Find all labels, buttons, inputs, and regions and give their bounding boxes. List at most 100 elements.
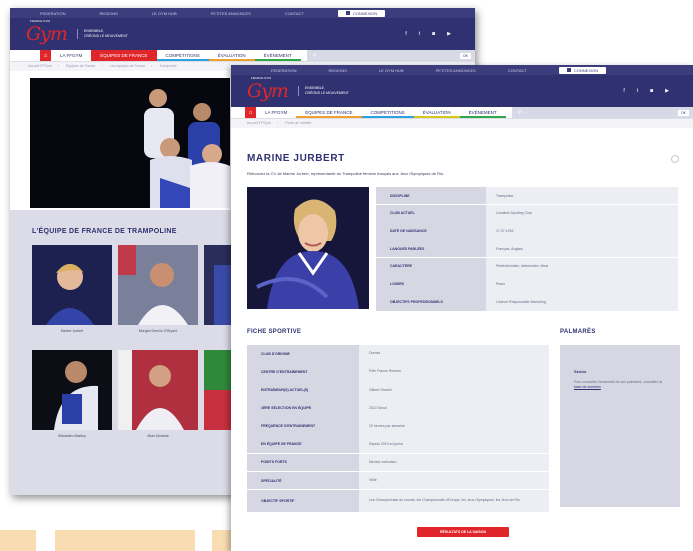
top-link[interactable]: FEDERATION: [271, 68, 296, 73]
breadcrumb-item[interactable]: Équipes de France: [66, 64, 95, 68]
athlete-name: Marine Jurbert: [60, 329, 84, 333]
tagline: ENSEMBLE, CRÉONS LE MOUVEMENT: [297, 86, 349, 96]
background-strip: [0, 530, 36, 551]
athlete-card[interactable]: Marine Jurbert: [32, 245, 112, 333]
top-link[interactable]: LE GYM HUB: [152, 11, 177, 16]
info-key: DISCIPLINE: [376, 187, 486, 205]
fiche-key: 1ÈRE SÉLECTION EN ÉQUIPE: [247, 399, 359, 418]
home-icon[interactable]: ⌂: [40, 50, 51, 61]
info-key: LANGUES PARLÉES: [376, 240, 486, 258]
fiche-row: EN ÉQUIPE DE FRANCE Depuis 2010 en junior: [247, 435, 549, 454]
home-icon[interactable]: ⌂: [245, 107, 256, 118]
breadcrumb-item[interactable]: Accueil FFGym: [247, 121, 271, 125]
youtube-icon[interactable]: ▶: [665, 88, 669, 94]
search-ok-button[interactable]: OK: [677, 109, 689, 116]
site-logo[interactable]: FRANCE GYM Gym: [26, 19, 68, 45]
top-link[interactable]: LE GYM HUB: [379, 68, 404, 73]
nav-item-evenement[interactable]: ÉVÉNEMENT: [254, 50, 301, 61]
info-value: 17.07.1994: [486, 222, 678, 240]
athlete-name: Sébastien Martiny: [57, 434, 86, 438]
nav-item-competitions[interactable]: COMPÉTITIONS: [361, 107, 414, 118]
nav-item-evaluation[interactable]: ÉVALUATION: [413, 107, 460, 118]
login-label: CONNEXION: [573, 67, 599, 73]
top-link[interactable]: PETITES ANNONCES: [436, 68, 476, 73]
twitter-icon[interactable]: t: [419, 31, 420, 37]
fiche-key: CLUB D'ORIGINE: [247, 345, 359, 363]
top-link[interactable]: REGIONS: [328, 68, 346, 73]
athlete-name: Allan Morante: [147, 434, 169, 438]
front-page-screenshot: FEDERATION REGIONS LE GYM HUB PETITES AN…: [231, 65, 693, 551]
nav-item-competitions[interactable]: COMPÉTITIONS: [156, 50, 209, 61]
breadcrumb-item[interactable]: Accueil FFGym: [28, 64, 52, 68]
breadcrumb-item: Trampoline: [159, 64, 177, 68]
facebook-icon[interactable]: f: [623, 88, 624, 94]
user-icon: [566, 68, 571, 72]
palmares-heading: Sénior: [574, 369, 587, 374]
season-results-button[interactable]: RÉSULTATS DE LA SAISON: [417, 527, 509, 537]
athlete-intro: Retrouvez la CV de Marine Jurbert, repré…: [247, 171, 445, 176]
site-logo[interactable]: FRANCE GYM Gym: [247, 76, 289, 102]
nav-item-equipes[interactable]: ÉQUIPES DE FRANCE: [296, 107, 362, 118]
search-ok-button[interactable]: OK: [459, 52, 471, 59]
athlete-photo: [32, 350, 112, 430]
athlete-photo: [118, 350, 198, 430]
section-title: L'ÉQUIPE DE FRANCE DE TRAMPOLINE: [32, 228, 177, 235]
tagline-line: CRÉONS LE MOUVEMENT: [83, 34, 128, 38]
twitter-icon[interactable]: t: [637, 88, 638, 94]
login-button[interactable]: CONNEXION: [337, 9, 386, 17]
login-label: CONNEXION: [352, 10, 378, 16]
search-input[interactable]: ⚲ OK: [306, 50, 475, 61]
athlete-card[interactable]: Sébastien Martiny: [32, 350, 112, 438]
breadcrumb-item: Fiche de l'athlète: [285, 121, 312, 125]
main-nav: ⌂ LA FFGYM ÉQUIPES DE FRANCE COMPÉTITION…: [231, 107, 693, 119]
search-input[interactable]: ⚲ OK: [511, 107, 693, 118]
palmares-body: Pour connaître l'ensemble de son palmarè…: [574, 380, 662, 384]
info-row: OBJECTIFS PROFESSIONNELS Licence Responsa…: [376, 293, 678, 311]
fiche-value: Pôle France Rennes: [359, 363, 549, 381]
info-key: CLUB ACTUEL: [376, 204, 486, 223]
login-button[interactable]: CONNEXION: [558, 66, 607, 74]
info-value: Français, Anglais: [486, 240, 678, 258]
youtube-icon[interactable]: ▶: [447, 31, 451, 37]
top-link[interactable]: PETITES ANNONCES: [211, 11, 251, 16]
fiche-row: FRÉQUENCE D'ENTRAÎNEMENT 20 heures par se…: [247, 417, 549, 436]
athlete-photo: [32, 245, 112, 325]
logo-subtitle: FRANCE GYM: [30, 19, 51, 23]
top-link[interactable]: FEDERATION: [40, 11, 65, 16]
instagram-icon[interactable]: ◙: [432, 31, 435, 37]
fiche-key: FRÉQUENCE D'ENTRAÎNEMENT: [247, 417, 359, 436]
info-key: OBJECTIFS PROFESSIONNELS: [376, 293, 486, 311]
palmares-box: Sénior Pour connaître l'ensemble de son …: [560, 345, 680, 507]
top-link[interactable]: CONTACT: [285, 11, 304, 16]
fiche-value: 20 heures par semaine: [359, 417, 549, 436]
search-icon: ⚲: [312, 52, 317, 59]
nav-item-evenement[interactable]: ÉVÉNEMENT: [459, 107, 506, 118]
fiche-value: Mental, exécution: [359, 453, 549, 472]
athlete-info-table: DISCIPLINE Trampoline CLUB ACTUEL Levalloi…: [376, 187, 678, 311]
share-icon[interactable]: [671, 155, 679, 163]
top-link[interactable]: CONTACT: [508, 68, 527, 73]
fiche-key: OBJECTIF SPORTIF: [247, 489, 359, 512]
nav-item-equipes[interactable]: ÉQUIPES DE FRANCE: [91, 50, 157, 61]
fiche-row: CLUB D'ORIGINE Dormis: [247, 345, 549, 363]
athlete-portrait: [247, 187, 369, 309]
instagram-icon[interactable]: ◙: [650, 88, 653, 94]
top-link[interactable]: REGIONS: [99, 11, 117, 16]
athlete-card[interactable]: Allan Morante: [118, 350, 198, 438]
facebook-icon[interactable]: f: [405, 31, 406, 37]
fiche-sportive-table: CLUB D'ORIGINE Dormis CENTRE D'ENTRAÎNEME…: [247, 345, 549, 512]
nav-item-evaluation[interactable]: ÉVALUATION: [208, 50, 255, 61]
fiche-row: OBJECTIF SPORTIF Les Championnats du mond…: [247, 489, 549, 512]
nav-item-ffgym[interactable]: LA FFGYM: [51, 50, 91, 61]
nav-item-ffgym[interactable]: LA FFGYM: [256, 107, 296, 118]
tagline-line: CRÉONS LE MOUVEMENT: [304, 91, 349, 95]
info-value: Levallois Sporting Club: [486, 204, 678, 223]
info-key: DATE DE NAISSANCE: [376, 222, 486, 240]
athlete-card[interactable]: Morgan Demiro O'Bryant: [118, 245, 198, 333]
site-header: FRANCE GYM Gym ENSEMBLE, CRÉONS LE MOUVE…: [10, 18, 475, 50]
section-title: PALMARÈS: [560, 329, 596, 335]
fiche-row: ENTRAÎNEUR(S) ACTUEL(S) Gilbert Gharini: [247, 381, 549, 399]
fiche-key: ENTRAÎNEUR(S) ACTUEL(S): [247, 381, 359, 399]
palmares-link[interactable]: base de données: [574, 385, 601, 389]
breadcrumb-item[interactable]: Les équipes de France: [110, 64, 146, 68]
